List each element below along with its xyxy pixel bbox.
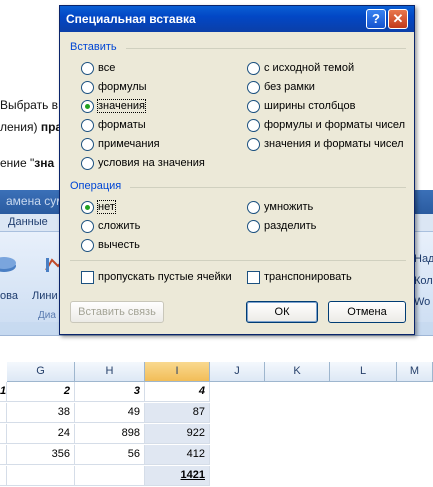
table-cell[interactable] <box>7 466 75 486</box>
radio-button[interactable] <box>247 81 260 94</box>
table-cell[interactable] <box>0 403 7 423</box>
radio-button[interactable] <box>81 239 94 252</box>
paste-link-button[interactable]: Вставить связь <box>70 301 164 323</box>
column-header[interactable]: K <box>265 362 330 382</box>
cancel-button[interactable]: Отмена <box>328 301 406 323</box>
right-label-3[interactable]: Wo <box>414 296 430 308</box>
radio-button[interactable] <box>81 157 94 170</box>
radio-button[interactable] <box>247 62 260 75</box>
table-cell[interactable]: 922 <box>145 424 210 444</box>
radio-button[interactable] <box>247 100 260 113</box>
doc-line-3: ение "зна <box>0 156 55 170</box>
option-label: примечания <box>98 138 160 150</box>
table-cell[interactable]: 87 <box>145 403 210 423</box>
table-cell[interactable]: 1421 <box>145 466 210 486</box>
line-chart-button[interactable]: Лини <box>32 290 58 302</box>
radio-button[interactable] <box>247 138 260 151</box>
option-label: вычесть <box>98 239 140 251</box>
option-label: значения <box>96 99 147 113</box>
dialog-titlebar[interactable]: Специальная вставка ? ✕ <box>60 6 414 32</box>
transpose-box[interactable] <box>247 271 260 284</box>
radio-button[interactable] <box>81 138 94 151</box>
skip-blanks-label: пропускать пустые ячейки <box>98 271 232 283</box>
table-cell[interactable] <box>75 466 145 486</box>
help-button[interactable]: ? <box>366 9 386 29</box>
radio-button[interactable] <box>81 119 94 132</box>
transpose-label: транспонировать <box>264 271 352 283</box>
option-label: с исходной темой <box>264 62 355 74</box>
option-label: значения и форматы чисел <box>264 138 404 150</box>
radio-button[interactable] <box>247 220 260 233</box>
option-label: без рамки <box>264 81 315 93</box>
option-label: формулы <box>98 81 147 93</box>
table-cell[interactable]: 1 <box>0 382 7 402</box>
chart-type-button[interactable]: ова <box>0 290 18 302</box>
option-label: умножить <box>264 201 314 213</box>
radio-button[interactable] <box>247 201 260 214</box>
table-cell[interactable]: 38 <box>7 403 75 423</box>
close-button[interactable]: ✕ <box>388 9 408 29</box>
radio-button[interactable] <box>81 100 94 113</box>
table-cell[interactable]: 4 <box>145 382 210 402</box>
table-cell[interactable] <box>0 466 7 486</box>
table-cell[interactable] <box>0 424 7 444</box>
right-label-2[interactable]: Кол <box>414 275 433 287</box>
column-header[interactable]: M <box>397 362 433 382</box>
option-label: ширины столбцов <box>264 100 356 112</box>
table-cell[interactable] <box>0 445 7 465</box>
column-header[interactable]: I <box>145 362 210 382</box>
right-label-1[interactable]: Над <box>414 253 433 265</box>
table-cell[interactable]: 3 <box>75 382 145 402</box>
skip-blanks-box[interactable] <box>81 271 94 284</box>
doc-line-1: Выбрать в <box>0 98 59 112</box>
column-header[interactable]: H <box>75 362 145 382</box>
table-cell[interactable]: 412 <box>145 445 210 465</box>
spreadsheet: G H I J K L M 1 2 3 4 38 49 87 24 898 922 356 56 412 1421 <box>0 335 433 487</box>
group-label-charts: Диа <box>38 310 56 321</box>
radio-button[interactable] <box>247 119 260 132</box>
doc-line-2: ления) пра <box>0 120 63 134</box>
option-label: разделить <box>264 220 317 232</box>
pie-chart-icon[interactable] <box>0 254 18 274</box>
column-header[interactable]: J <box>210 362 265 382</box>
operation-section-label: Операция <box>70 180 122 192</box>
option-label: все <box>98 62 116 74</box>
paste-special-dialog: Специальная вставка ? ✕ Вставить все форм… <box>59 5 415 335</box>
column-header[interactable]: G <box>7 362 75 382</box>
option-label: формулы и форматы чисел <box>264 119 406 131</box>
table-cell[interactable]: 56 <box>75 445 145 465</box>
column-header[interactable]: L <box>330 362 397 382</box>
option-label: условия на значения <box>98 157 205 169</box>
radio-button[interactable] <box>81 81 94 94</box>
radio-button[interactable] <box>81 201 94 214</box>
radio-button[interactable] <box>81 62 94 75</box>
table-cell[interactable]: 898 <box>75 424 145 444</box>
option-label: сложить <box>98 220 141 232</box>
paste-section-divider <box>126 48 406 49</box>
operation-section-divider <box>130 187 406 188</box>
table-cell[interactable]: 24 <box>7 424 75 444</box>
radio-button[interactable] <box>81 220 94 233</box>
ok-button[interactable]: ОК <box>246 301 318 323</box>
tab-data[interactable]: Данные <box>8 216 48 228</box>
table-cell[interactable]: 2 <box>7 382 75 402</box>
options-divider <box>70 260 406 261</box>
table-cell[interactable]: 356 <box>7 445 75 465</box>
dialog-title: Специальная вставка <box>66 12 196 26</box>
option-label: нет <box>97 200 116 214</box>
table-cell[interactable]: 49 <box>75 403 145 423</box>
paste-section-label: Вставить <box>70 41 117 53</box>
option-label: форматы <box>98 119 146 131</box>
